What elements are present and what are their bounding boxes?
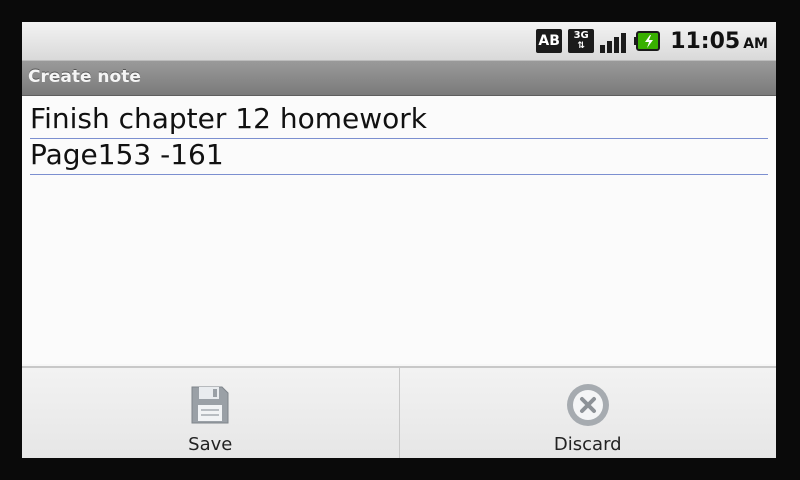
keyboard-icon-label: AB <box>538 33 560 49</box>
clock-time: 11:05 <box>670 28 741 54</box>
device-frame: AB 3G ⇅ 11:05 AM Create note Finish chap… <box>0 0 800 480</box>
save-icon <box>187 382 233 428</box>
status-icons: AB 3G ⇅ 11:05 AM <box>536 28 768 54</box>
status-bar: AB 3G ⇅ 11:05 AM <box>22 22 776 61</box>
note-line-1[interactable]: Finish chapter 12 homework <box>30 102 768 139</box>
note-editor[interactable]: Finish chapter 12 homework Page153 -161 <box>22 96 776 364</box>
options-menu: Save Discard <box>22 366 776 458</box>
save-button[interactable]: Save <box>22 368 399 458</box>
signal-strength-icon <box>600 29 628 53</box>
discard-icon <box>565 382 611 428</box>
clock: 11:05 AM <box>670 29 768 54</box>
network-label: 3G <box>573 30 589 41</box>
title-bar: Create note <box>22 61 776 96</box>
discard-button[interactable]: Discard <box>398 368 777 458</box>
keyboard-icon: AB <box>536 29 563 53</box>
save-label: Save <box>188 434 233 455</box>
network-3g-icon: 3G ⇅ <box>568 29 595 53</box>
page-title: Create note <box>28 67 141 87</box>
discard-label: Discard <box>553 434 622 455</box>
network-arrows: ⇅ <box>577 41 585 51</box>
note-line-2[interactable]: Page153 -161 <box>30 138 768 175</box>
clock-ampm: AM <box>743 35 768 52</box>
battery-charging-icon <box>634 29 664 53</box>
screen: AB 3G ⇅ 11:05 AM Create note Finish chap… <box>22 22 776 458</box>
